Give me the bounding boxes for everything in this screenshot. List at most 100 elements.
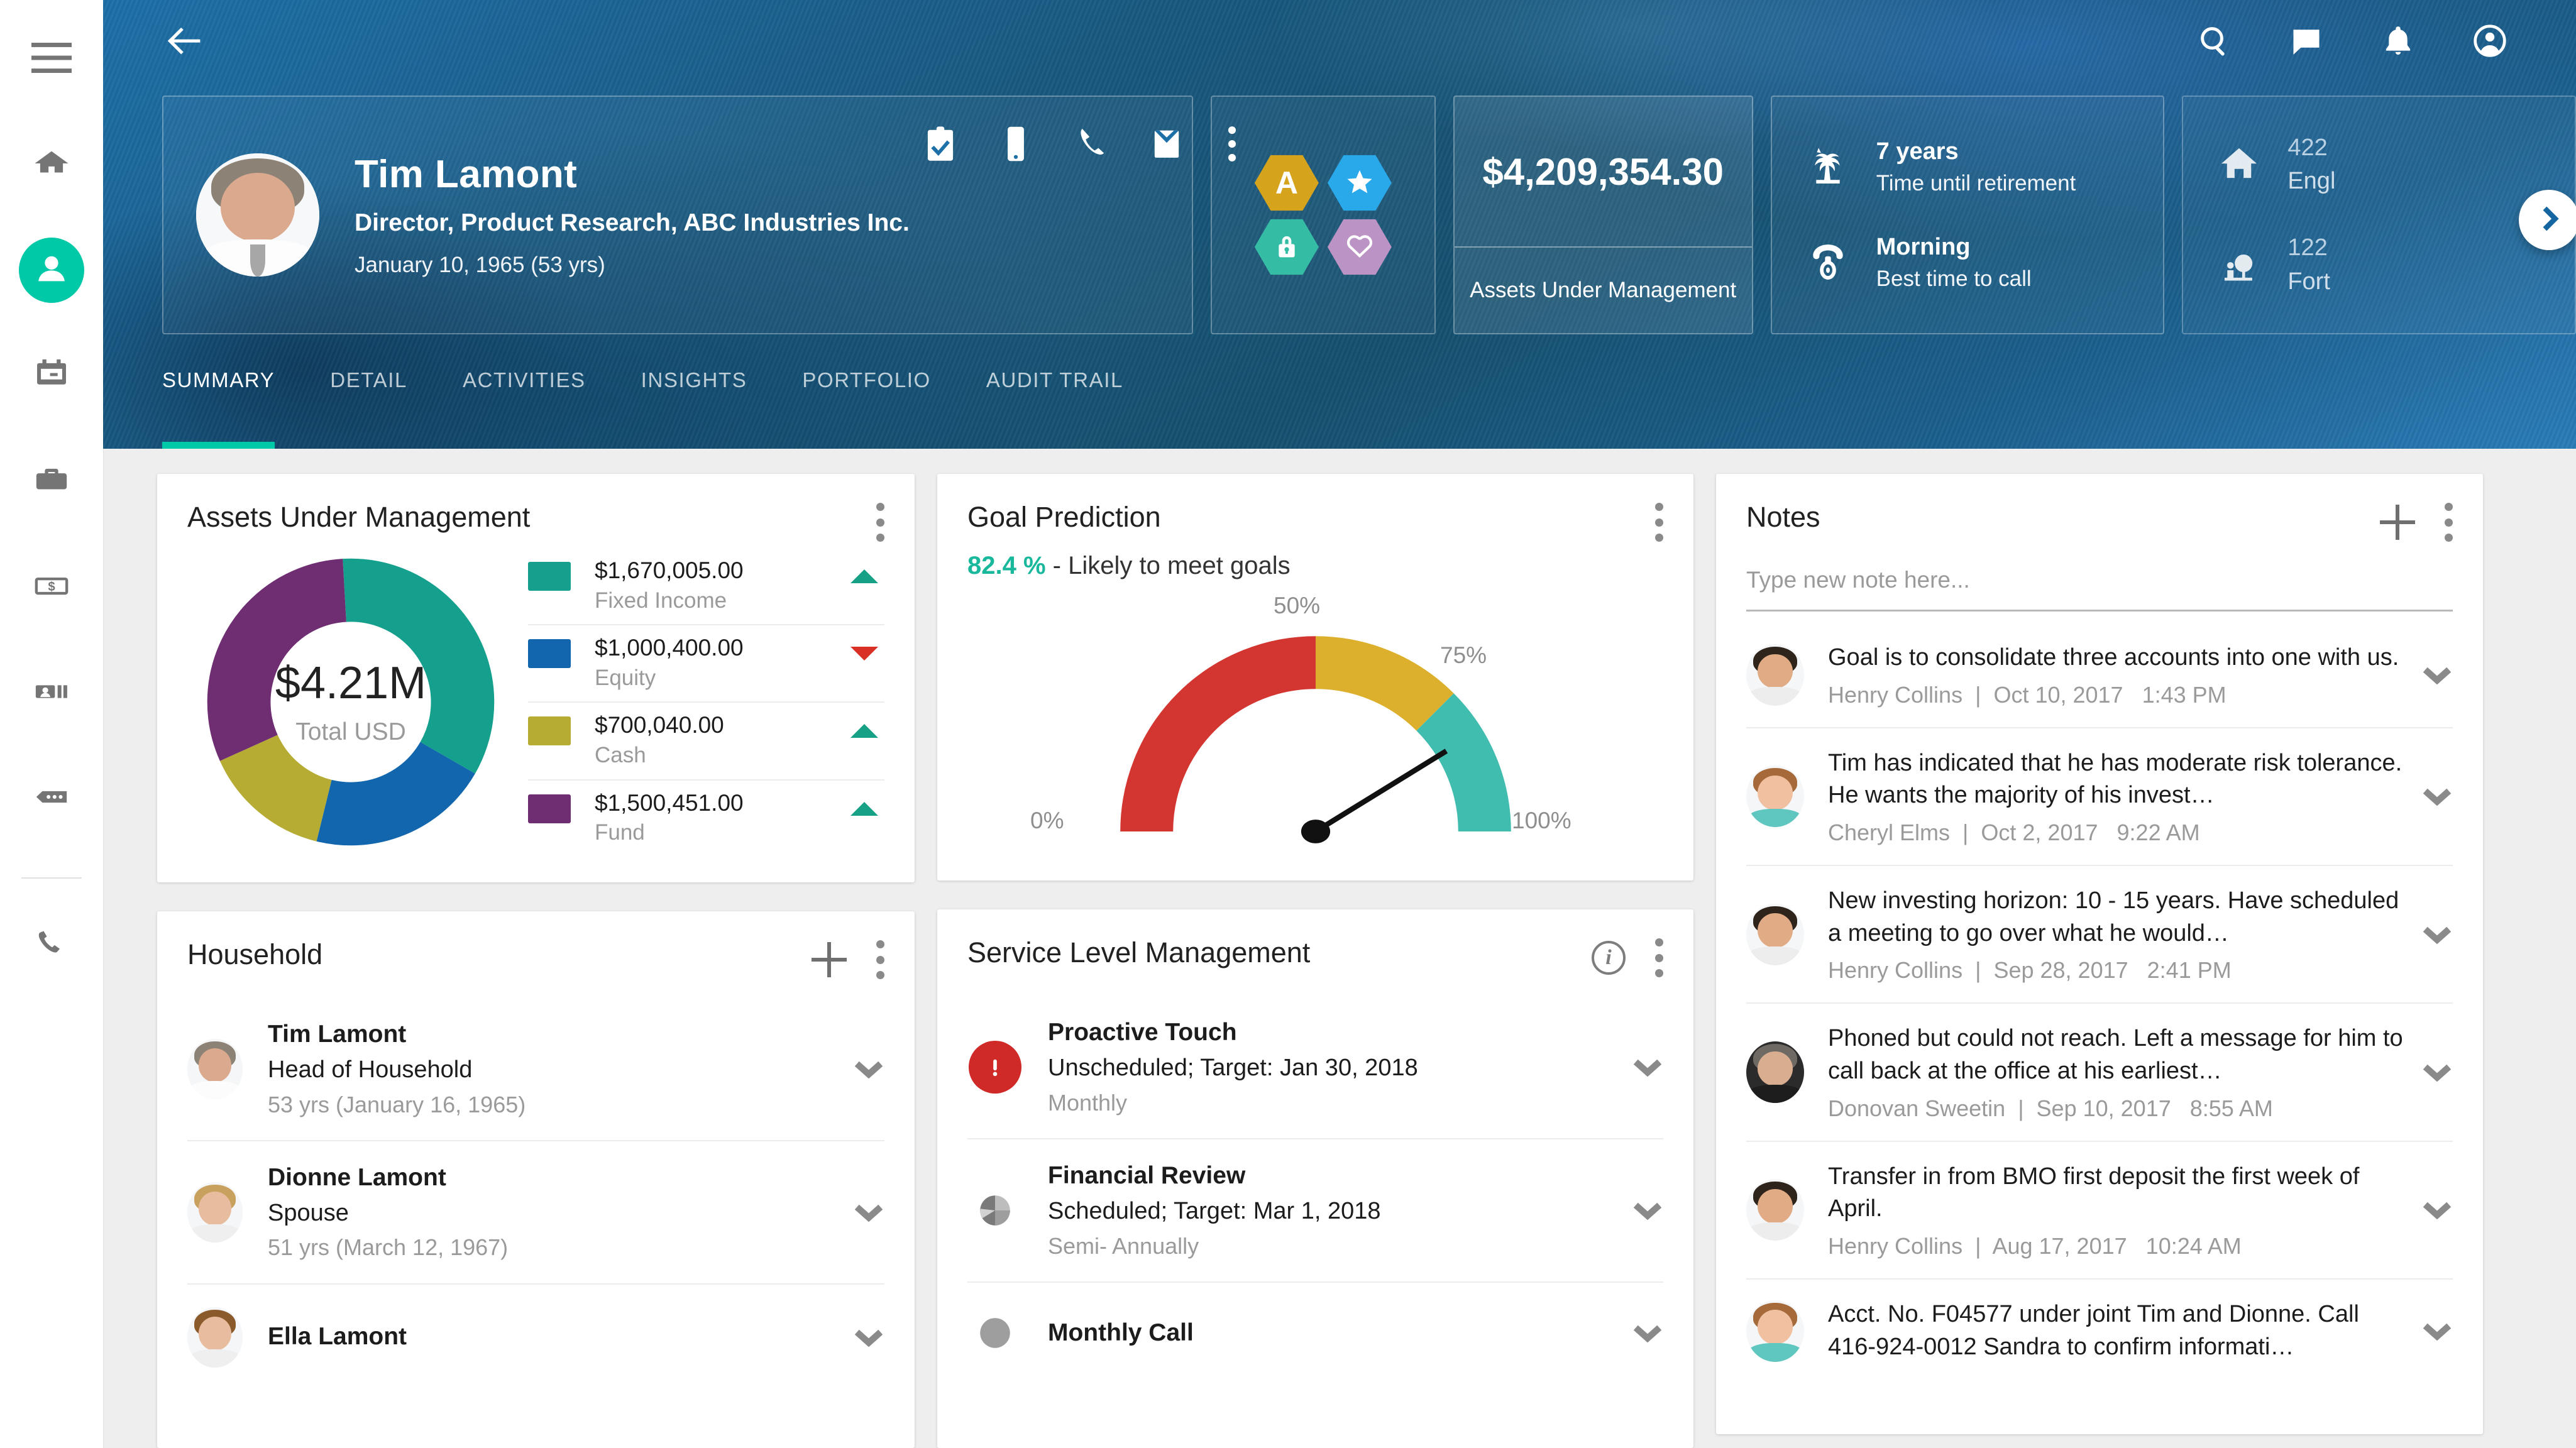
legend-row[interactable]: $1,500,451.00 Fund	[528, 779, 884, 857]
home-icon	[2218, 143, 2260, 187]
slm-card-menu-button[interactable]	[1654, 938, 1663, 978]
email-button[interactable]	[1150, 126, 1183, 165]
card-header: Notes	[1716, 474, 2483, 542]
tab-portfolio[interactable]: PORTFOLIO	[802, 352, 931, 449]
list-item[interactable]: Tim has indicated that he has moderate r…	[1746, 727, 2453, 865]
sidebar-item-reports[interactable]	[19, 660, 84, 725]
card-header: Household	[157, 911, 915, 979]
chevron-down-icon[interactable]	[2421, 1063, 2453, 1082]
list-item[interactable]: Proactive Touch Unscheduled; Target: Jan…	[967, 996, 1663, 1138]
notifications-button[interactable]	[2379, 23, 2418, 62]
tab-activities[interactable]: ACTIVITIES	[463, 352, 586, 449]
call-button[interactable]	[1075, 126, 1108, 165]
money-bill-icon: $	[33, 568, 70, 607]
badge-rating-a[interactable]: A	[1254, 154, 1319, 212]
lock-icon	[1272, 231, 1301, 263]
list-item[interactable]: Acct. No. F04577 under joint Tim and Dio…	[1746, 1278, 2453, 1382]
legend-category: Fixed Income	[595, 588, 727, 613]
badge-vip-star[interactable]	[1327, 154, 1392, 212]
chevron-down-icon[interactable]	[2421, 787, 2453, 806]
legend-row[interactable]: $700,040.00 Cash	[528, 701, 884, 779]
chevron-down-icon[interactable]	[2421, 1200, 2453, 1220]
list-item[interactable]: Tim Lamont Head of Household 53 yrs (Jan…	[187, 998, 884, 1140]
legend-row[interactable]: $1,670,005.00 Fixed Income	[528, 548, 884, 624]
aum-header-card[interactable]: $4,209,354.30 Assets Under Management	[1453, 96, 1753, 334]
tab-bar: SUMMARY DETAIL ACTIVITIES INSIGHTS PORTF…	[103, 352, 2576, 449]
sidebar-item-transactions[interactable]: $	[19, 554, 84, 620]
mobile-button[interactable]	[999, 126, 1032, 165]
sidebar-item-contacts[interactable]	[19, 238, 84, 303]
tab-detail[interactable]: DETAIL	[330, 352, 407, 449]
list-item[interactable]: New investing horizon: 10 - 15 years. Ha…	[1746, 865, 2453, 1002]
goal-card-menu-button[interactable]	[1654, 503, 1663, 542]
top-app-bar	[103, 0, 2576, 84]
chevron-down-icon[interactable]	[1632, 1201, 1663, 1220]
chevron-down-icon[interactable]	[1632, 1058, 1663, 1077]
next-card-button[interactable]	[2519, 190, 2576, 250]
sidebar-item-home[interactable]	[19, 132, 84, 197]
note-time: 1:43 PM	[2142, 681, 2226, 708]
list-item[interactable]: Dionne Lamont Spouse 51 yrs (March 12, 1…	[187, 1139, 884, 1283]
sidebar-item-portfolio[interactable]	[19, 449, 84, 514]
badge-letter: A	[1275, 165, 1298, 200]
chevron-down-icon[interactable]	[853, 1328, 884, 1347]
legend-row[interactable]: $1,000,400.00 Equity	[528, 624, 884, 701]
chevron-down-icon[interactable]	[2421, 1322, 2453, 1341]
add-household-member-button[interactable]	[812, 942, 847, 977]
goal-prediction-card: Goal Prediction 82.4 % - Likely to meet …	[937, 474, 1693, 881]
new-note-input[interactable]	[1746, 559, 2453, 612]
notes-card-menu-button[interactable]	[2444, 503, 2453, 542]
sidebar-item-menu[interactable]	[19, 26, 84, 92]
sidebar-item-call[interactable]	[19, 913, 84, 978]
address-secondary-line2: Fort	[2287, 268, 2330, 295]
messages-button[interactable]	[2287, 23, 2326, 62]
sidebar-item-messages[interactable]	[19, 765, 84, 831]
chevron-down-icon[interactable]	[1632, 1324, 1663, 1343]
note-time: 2:41 PM	[2147, 957, 2232, 984]
badge-secure-lock[interactable]	[1254, 218, 1319, 276]
id-card-icon	[33, 673, 70, 713]
tab-audit-trail[interactable]: AUDIT TRAIL	[986, 352, 1123, 449]
more-button[interactable]	[1226, 126, 1238, 165]
chat-icon	[2289, 23, 2324, 62]
sidebar-item-calendar[interactable]	[19, 343, 84, 409]
note-author: Cheryl Elms	[1828, 820, 1951, 846]
list-item[interactable]: Goal is to consolidate three accounts in…	[1746, 623, 2453, 727]
chevron-down-icon[interactable]	[853, 1060, 884, 1079]
list-item[interactable]: Phoned but could not reach. Left a messa…	[1746, 1002, 2453, 1140]
badge-preference-heart[interactable]	[1327, 218, 1392, 276]
avatar	[1746, 1041, 1804, 1104]
main-region: Tim Lamont Director, Product Research, A…	[103, 0, 2576, 1448]
list-item[interactable]: Transfer in from BMO first deposit the f…	[1746, 1140, 2453, 1278]
address-home-line1: 422	[2287, 134, 2328, 161]
clipboard-check-icon	[924, 126, 957, 165]
chevron-down-icon[interactable]	[2421, 666, 2453, 685]
column-left: Assets Under Management $4.21M Total USD…	[157, 474, 915, 1448]
briefcase-icon	[33, 462, 70, 502]
aum-card-menu-button[interactable]	[876, 503, 884, 542]
search-icon	[2197, 23, 2232, 62]
task-button[interactable]	[924, 126, 957, 165]
tab-summary[interactable]: SUMMARY	[162, 352, 275, 449]
search-button[interactable]	[2195, 23, 2234, 62]
account-button[interactable]	[2470, 23, 2509, 62]
list-item[interactable]: Monthly Call	[967, 1281, 1663, 1383]
list-item[interactable]: Ella Lamont	[187, 1283, 884, 1390]
note-text: Goal is to consolidate three accounts in…	[1828, 644, 2399, 671]
heart-icon	[1345, 231, 1374, 263]
mobile-phone-icon	[999, 126, 1032, 165]
list-item[interactable]: Financial Review Scheduled; Target: Mar …	[967, 1138, 1663, 1281]
chevron-down-icon[interactable]	[853, 1203, 884, 1222]
info-row-best-time: Morning Best time to call	[1807, 234, 2128, 292]
add-note-button[interactable]	[2380, 505, 2415, 540]
tab-insights[interactable]: INSIGHTS	[641, 352, 747, 449]
legend-amount: $1,000,400.00	[595, 635, 744, 661]
address-secondary-line1: 122	[2287, 234, 2328, 261]
best-time-value: Morning	[1876, 234, 1971, 260]
household-card-menu-button[interactable]	[876, 940, 884, 979]
back-button[interactable]	[162, 21, 205, 63]
info-icon[interactable]: i	[1592, 941, 1626, 975]
chevron-down-icon[interactable]	[2421, 925, 2453, 944]
note-text: Transfer in from BMO first deposit the f…	[1828, 1163, 2360, 1222]
note-time: 8:55 AM	[2189, 1095, 2273, 1121]
